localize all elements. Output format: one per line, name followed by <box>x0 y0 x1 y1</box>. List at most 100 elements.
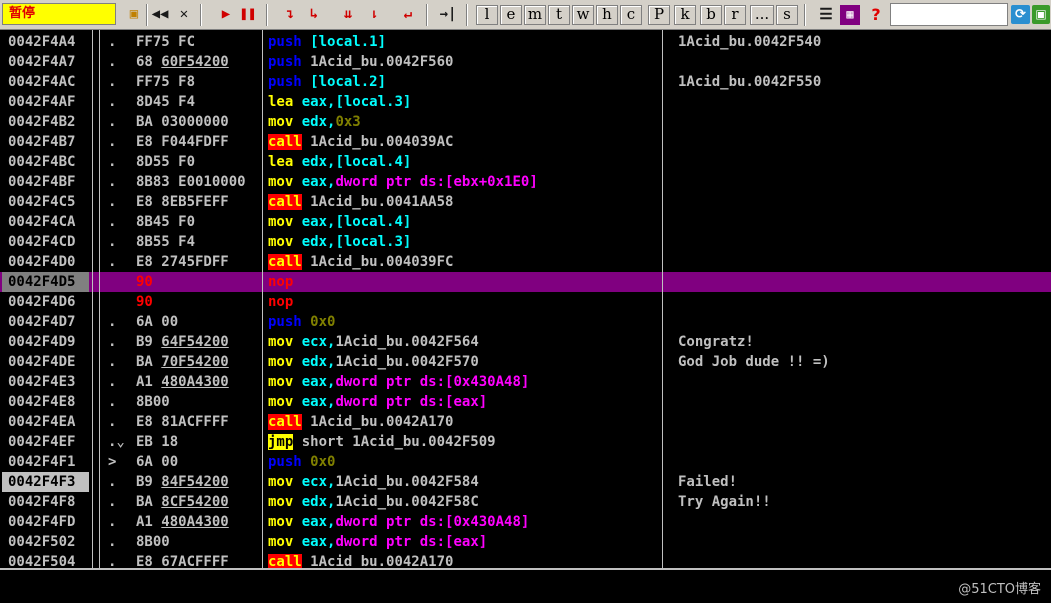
disassembly-row[interactable]: 0042F504. E8 67ACFFFF call 1Acid_bu.0042A1… <box>0 552 1051 568</box>
step-over-icon[interactable]: ↳ <box>304 5 324 25</box>
disassembly-row[interactable]: 0042F4F8. BA 8CF54200 mov edx,1Acid_bu.004… <box>0 492 1051 512</box>
goto-icon[interactable]: →| <box>438 5 458 25</box>
disassembly-row[interactable]: 0042F4AF. 8D45 F4 lea eax,[local.3] <box>0 92 1051 112</box>
comment: Try Again!! <box>678 494 771 510</box>
disassembly-row[interactable]: 0042F4AC. FF75 F8 push [local.2] 1Acid_bu.0… <box>0 72 1051 92</box>
info-pane[interactable]: @51CTO博客 <box>0 568 1051 603</box>
disassembly-pane[interactable]: 0042F4A4. FF75 FC push [local.1] 1Acid_bu.0… <box>0 30 1051 568</box>
operand: eax, <box>301 534 336 550</box>
help-icon[interactable]: ? <box>866 5 886 25</box>
comment: 1Acid_bu.0042F550 <box>678 74 822 90</box>
disassembly-row[interactable]: 0042F4CD. 8B55 F4 mov edx,[local.3] <box>0 232 1051 252</box>
address: 0042F504 <box>2 552 89 568</box>
mnemonic: nop <box>268 274 294 290</box>
disassembly-row[interactable]: 0042F4CA. 8B45 F0 mov eax,[local.4] <box>0 212 1051 232</box>
disassembly-row[interactable]: 0042F4BF. 8B83 E0010000 mov eax,dword ptr … <box>0 172 1051 192</box>
comment: God Job dude !! =) <box>678 354 830 370</box>
operand: 1Acid_bu.0042F560 <box>310 54 454 70</box>
disassembly-row[interactable]: 0042F4D0. E8 2745FDFF call 1Acid_bu.004039… <box>0 252 1051 272</box>
close-program-button[interactable]: ✕ <box>174 5 194 25</box>
jump-marker: . <box>108 334 117 350</box>
jump-marker: . <box>108 554 117 568</box>
run-button[interactable]: ▶ <box>216 5 236 25</box>
execute-till-return-icon[interactable]: ↵ <box>398 5 418 25</box>
rewind-button[interactable]: ◀◀ <box>150 5 170 25</box>
operand: eax, <box>301 394 336 410</box>
log-window-button[interactable]: l <box>476 5 498 25</box>
options-icon[interactable]: ▦ <box>840 5 860 25</box>
disassembly-row[interactable]: 0042F4D6 90 nop <box>0 292 1051 312</box>
mnemonic: push <box>268 454 302 470</box>
call-stack-button[interactable]: k <box>674 5 696 25</box>
disassembly-row[interactable]: 0042F4A7. 68 60F54200 push 1Acid_bu.0042F5… <box>0 52 1051 72</box>
operand: [local.3] <box>335 94 412 110</box>
operand: eax, <box>301 214 336 230</box>
disassembly-row[interactable]: 0042F4F3. B9 84F54200 mov ecx,1Acid_bu.004… <box>0 472 1051 492</box>
disassembly-row[interactable]: 0042F4EA. E8 81ACFFFF call 1Acid_bu.0042A1… <box>0 412 1051 432</box>
operand: short 1Acid_bu.0042F509 <box>301 434 496 450</box>
disassembly-row[interactable]: 0042F4D7. 6A 00 push 0x0 <box>0 312 1051 332</box>
list-icon[interactable]: ☰ <box>816 5 836 25</box>
refresh-icon[interactable]: ⟳ <box>1011 5 1030 24</box>
disassembly-row[interactable]: 0042F4B2. BA 03000000 mov edx,0x3 <box>0 112 1051 132</box>
separator <box>146 4 148 26</box>
address: 0042F4A4 <box>2 32 89 52</box>
operand: 1Acid_bu.0042F564 <box>335 334 479 350</box>
jump-marker: . <box>108 354 117 370</box>
breakpoints-button[interactable]: b <box>700 5 722 25</box>
disassembly-row[interactable]: 0042F4D5 90 nop <box>0 272 1051 292</box>
disassembly-row[interactable]: 0042F4F1 >6A 00 push 0x0 <box>0 452 1051 472</box>
operand: [local.2] <box>310 74 387 90</box>
disassembly-row[interactable]: 0042F4E3. A1 480A4300 mov eax,dword ptr ds… <box>0 372 1051 392</box>
run-trace-button[interactable]: ... <box>750 5 774 25</box>
disassembly-row[interactable]: 0042F4E8. 8B00 mov eax,dword ptr ds:[eax] <box>0 392 1051 412</box>
mnemonic: call <box>268 134 302 150</box>
step-into-icon[interactable]: ↴ <box>280 5 300 25</box>
disassembly-row[interactable]: 0042F4BC. 8D55 F0 lea edx,[local.4] <box>0 152 1051 172</box>
window-icon[interactable]: ▣ <box>1032 5 1050 24</box>
patches-button[interactable]: P <box>648 5 670 25</box>
instruction: mov eax,dword ptr ds:[eax] <box>268 392 660 412</box>
separator <box>266 4 268 26</box>
windows-button[interactable]: w <box>572 5 594 25</box>
mnemonic: mov <box>268 354 294 370</box>
open-folder-icon[interactable]: ▣ <box>124 5 144 25</box>
trace-over-icon[interactable]: ⇂ <box>364 5 384 25</box>
mnemonic: mov <box>268 534 294 550</box>
mnemonic: mov <box>268 374 294 390</box>
mnemonic: push <box>268 74 302 90</box>
disassembly-row[interactable]: 0042F4FD. A1 480A4300 mov eax,dword ptr ds… <box>0 512 1051 532</box>
address: 0042F4B2 <box>2 112 89 132</box>
cpu-button[interactable]: c <box>620 5 642 25</box>
jump-marker: . <box>108 194 117 210</box>
disassembly-row[interactable]: 0042F4D9. B9 64F54200 mov ecx,1Acid_bu.004… <box>0 332 1051 352</box>
handles-button[interactable]: h <box>596 5 618 25</box>
separator <box>426 4 428 26</box>
address: 0042F4F3 <box>2 472 89 492</box>
mnemonic: mov <box>268 474 294 490</box>
disassembly-row[interactable]: 0042F4C5. E8 8EB5FEFF call 1Acid_bu.0041AA… <box>0 192 1051 212</box>
trace-into-icon[interactable]: ⇊ <box>338 5 358 25</box>
disassembly-row[interactable]: 0042F4EF .⌄ EB 18 jmp short 1Acid_bu.0042F5… <box>0 432 1051 452</box>
operand: [local.1] <box>310 34 387 50</box>
memory-map-button[interactable]: m <box>524 5 546 25</box>
jump-marker: . <box>108 74 117 90</box>
operand: 1Acid_bu.0042F58C <box>335 494 479 510</box>
disassembly-row[interactable]: 0042F4DE. BA 70F54200 mov edx,1Acid_bu.004… <box>0 352 1051 372</box>
disassembly-row[interactable]: 0042F4A4. FF75 FC push [local.1] 1Acid_bu.0… <box>0 32 1051 52</box>
instruction: lea eax,[local.3] <box>268 92 660 112</box>
operand: edx, <box>301 234 336 250</box>
jump-marker: . <box>108 214 117 230</box>
hex-dump: B9 84F54200 <box>136 474 229 490</box>
references-button[interactable]: r <box>724 5 746 25</box>
instruction: mov eax,[local.4] <box>268 212 660 232</box>
column-divider <box>92 30 93 568</box>
source-button[interactable]: s <box>776 5 798 25</box>
disassembly-row[interactable]: 0042F4B7. E8 F044FDFF call 1Acid_bu.004039… <box>0 132 1051 152</box>
command-field[interactable] <box>890 3 1008 26</box>
threads-button[interactable]: t <box>548 5 570 25</box>
pause-button[interactable]: ❚❚ <box>238 5 258 25</box>
jump-marker: . <box>108 534 117 550</box>
executable-modules-button[interactable]: e <box>500 5 522 25</box>
disassembly-row[interactable]: 0042F502. 8B00 mov eax,dword ptr ds:[eax] <box>0 532 1051 552</box>
